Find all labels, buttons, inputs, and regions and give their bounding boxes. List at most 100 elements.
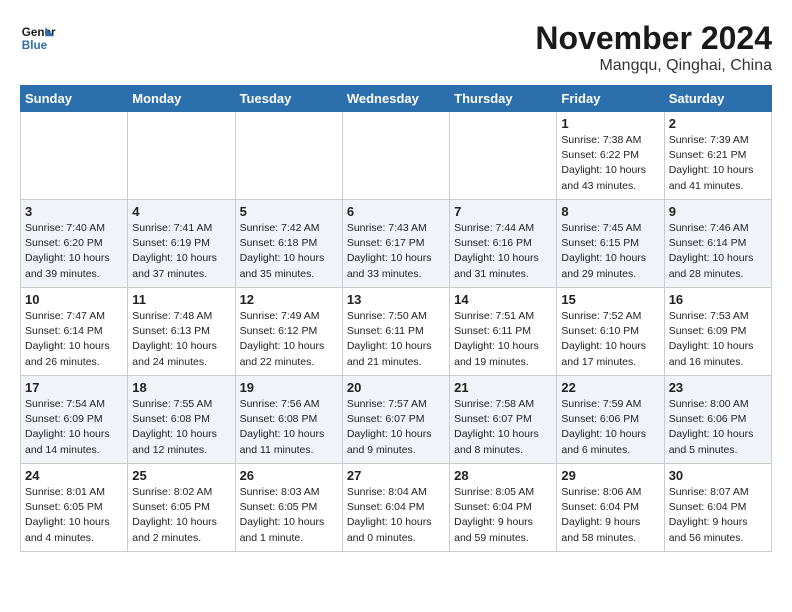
- col-header-sunday: Sunday: [21, 86, 128, 112]
- day-content: Sunrise: 7:45 AM Sunset: 6:15 PM Dayligh…: [561, 221, 659, 282]
- day-content: Sunrise: 8:00 AM Sunset: 6:06 PM Dayligh…: [669, 397, 767, 458]
- location: Mangqu, Qinghai, China: [535, 57, 772, 75]
- day-content: Sunrise: 7:53 AM Sunset: 6:09 PM Dayligh…: [669, 309, 767, 370]
- calendar-cell: 3 Sunrise: 7:40 AM Sunset: 6:20 PM Daylig…: [21, 200, 128, 288]
- day-number: 28: [454, 468, 552, 483]
- day-number: 20: [347, 380, 445, 395]
- day-number: 11: [132, 292, 230, 307]
- day-number: 12: [240, 292, 338, 307]
- day-number: 19: [240, 380, 338, 395]
- logo: General Blue: [20, 20, 56, 56]
- calendar-cell: [128, 112, 235, 200]
- calendar-cell: 21 Sunrise: 7:58 AM Sunset: 6:07 PM Dayli…: [450, 376, 557, 464]
- day-content: Sunrise: 7:49 AM Sunset: 6:12 PM Dayligh…: [240, 309, 338, 370]
- day-content: Sunrise: 7:39 AM Sunset: 6:21 PM Dayligh…: [669, 133, 767, 194]
- calendar-cell: 16 Sunrise: 7:53 AM Sunset: 6:09 PM Dayli…: [664, 288, 771, 376]
- calendar-cell: 12 Sunrise: 7:49 AM Sunset: 6:12 PM Dayli…: [235, 288, 342, 376]
- col-header-wednesday: Wednesday: [342, 86, 449, 112]
- col-header-tuesday: Tuesday: [235, 86, 342, 112]
- day-number: 1: [561, 116, 659, 131]
- day-number: 22: [561, 380, 659, 395]
- calendar-cell: [342, 112, 449, 200]
- day-content: Sunrise: 8:06 AM Sunset: 6:04 PM Dayligh…: [561, 485, 659, 546]
- calendar-cell: 7 Sunrise: 7:44 AM Sunset: 6:16 PM Daylig…: [450, 200, 557, 288]
- day-number: 17: [25, 380, 123, 395]
- day-content: Sunrise: 7:55 AM Sunset: 6:08 PM Dayligh…: [132, 397, 230, 458]
- page-header: General Blue November 2024 Mangqu, Qingh…: [20, 20, 772, 75]
- week-row-1: 1 Sunrise: 7:38 AM Sunset: 6:22 PM Daylig…: [21, 112, 772, 200]
- day-number: 8: [561, 204, 659, 219]
- day-content: Sunrise: 7:38 AM Sunset: 6:22 PM Dayligh…: [561, 133, 659, 194]
- calendar-cell: 23 Sunrise: 8:00 AM Sunset: 6:06 PM Dayli…: [664, 376, 771, 464]
- col-header-friday: Friday: [557, 86, 664, 112]
- col-header-monday: Monday: [128, 86, 235, 112]
- day-content: Sunrise: 7:52 AM Sunset: 6:10 PM Dayligh…: [561, 309, 659, 370]
- day-number: 3: [25, 204, 123, 219]
- day-content: Sunrise: 7:40 AM Sunset: 6:20 PM Dayligh…: [25, 221, 123, 282]
- calendar-cell: 15 Sunrise: 7:52 AM Sunset: 6:10 PM Dayli…: [557, 288, 664, 376]
- day-content: Sunrise: 7:51 AM Sunset: 6:11 PM Dayligh…: [454, 309, 552, 370]
- day-content: Sunrise: 7:44 AM Sunset: 6:16 PM Dayligh…: [454, 221, 552, 282]
- title-block: November 2024 Mangqu, Qinghai, China: [535, 20, 772, 75]
- day-content: Sunrise: 7:42 AM Sunset: 6:18 PM Dayligh…: [240, 221, 338, 282]
- header-row: SundayMondayTuesdayWednesdayThursdayFrid…: [21, 86, 772, 112]
- calendar-cell: 24 Sunrise: 8:01 AM Sunset: 6:05 PM Dayli…: [21, 464, 128, 552]
- day-number: 6: [347, 204, 445, 219]
- day-content: Sunrise: 7:50 AM Sunset: 6:11 PM Dayligh…: [347, 309, 445, 370]
- calendar-cell: 6 Sunrise: 7:43 AM Sunset: 6:17 PM Daylig…: [342, 200, 449, 288]
- day-content: Sunrise: 8:04 AM Sunset: 6:04 PM Dayligh…: [347, 485, 445, 546]
- day-content: Sunrise: 7:56 AM Sunset: 6:08 PM Dayligh…: [240, 397, 338, 458]
- calendar-cell: 5 Sunrise: 7:42 AM Sunset: 6:18 PM Daylig…: [235, 200, 342, 288]
- day-number: 4: [132, 204, 230, 219]
- calendar-cell: [450, 112, 557, 200]
- day-number: 24: [25, 468, 123, 483]
- day-number: 27: [347, 468, 445, 483]
- day-content: Sunrise: 8:03 AM Sunset: 6:05 PM Dayligh…: [240, 485, 338, 546]
- day-content: Sunrise: 8:01 AM Sunset: 6:05 PM Dayligh…: [25, 485, 123, 546]
- calendar-cell: 9 Sunrise: 7:46 AM Sunset: 6:14 PM Daylig…: [664, 200, 771, 288]
- day-number: 7: [454, 204, 552, 219]
- calendar-cell: 1 Sunrise: 7:38 AM Sunset: 6:22 PM Daylig…: [557, 112, 664, 200]
- calendar-cell: 4 Sunrise: 7:41 AM Sunset: 6:19 PM Daylig…: [128, 200, 235, 288]
- week-row-5: 24 Sunrise: 8:01 AM Sunset: 6:05 PM Dayli…: [21, 464, 772, 552]
- calendar-cell: 13 Sunrise: 7:50 AM Sunset: 6:11 PM Dayli…: [342, 288, 449, 376]
- calendar-cell: 28Sunrise: 8:05 AM Sunset: 6:04 PM Dayli…: [450, 464, 557, 552]
- day-content: Sunrise: 7:47 AM Sunset: 6:14 PM Dayligh…: [25, 309, 123, 370]
- day-number: 13: [347, 292, 445, 307]
- svg-text:General: General: [22, 26, 56, 39]
- day-number: 15: [561, 292, 659, 307]
- day-content: Sunrise: 8:02 AM Sunset: 6:05 PM Dayligh…: [132, 485, 230, 546]
- day-number: 26: [240, 468, 338, 483]
- day-content: Sunrise: 7:46 AM Sunset: 6:14 PM Dayligh…: [669, 221, 767, 282]
- day-number: 29: [561, 468, 659, 483]
- calendar-cell: 22Sunrise: 7:59 AM Sunset: 6:06 PM Dayli…: [557, 376, 664, 464]
- week-row-2: 3 Sunrise: 7:40 AM Sunset: 6:20 PM Daylig…: [21, 200, 772, 288]
- day-content: Sunrise: 7:58 AM Sunset: 6:07 PM Dayligh…: [454, 397, 552, 458]
- day-number: 2: [669, 116, 767, 131]
- calendar-cell: 25 Sunrise: 8:02 AM Sunset: 6:05 PM Dayli…: [128, 464, 235, 552]
- calendar-cell: 8 Sunrise: 7:45 AM Sunset: 6:15 PM Daylig…: [557, 200, 664, 288]
- col-header-thursday: Thursday: [450, 86, 557, 112]
- calendar-cell: 30Sunrise: 8:07 AM Sunset: 6:04 PM Dayli…: [664, 464, 771, 552]
- calendar-cell: 2 Sunrise: 7:39 AM Sunset: 6:21 PM Daylig…: [664, 112, 771, 200]
- day-number: 21: [454, 380, 552, 395]
- day-content: Sunrise: 7:48 AM Sunset: 6:13 PM Dayligh…: [132, 309, 230, 370]
- day-number: 5: [240, 204, 338, 219]
- week-row-4: 17Sunrise: 7:54 AM Sunset: 6:09 PM Dayli…: [21, 376, 772, 464]
- day-number: 10: [25, 292, 123, 307]
- day-number: 9: [669, 204, 767, 219]
- day-number: 18: [132, 380, 230, 395]
- day-number: 23: [669, 380, 767, 395]
- day-number: 16: [669, 292, 767, 307]
- day-content: Sunrise: 7:41 AM Sunset: 6:19 PM Dayligh…: [132, 221, 230, 282]
- calendar-cell: 26 Sunrise: 8:03 AM Sunset: 6:05 PM Dayli…: [235, 464, 342, 552]
- calendar-cell: 10 Sunrise: 7:47 AM Sunset: 6:14 PM Dayli…: [21, 288, 128, 376]
- logo-icon: General Blue: [20, 20, 56, 56]
- day-number: 25: [132, 468, 230, 483]
- calendar-cell: [21, 112, 128, 200]
- calendar-cell: 14Sunrise: 7:51 AM Sunset: 6:11 PM Dayli…: [450, 288, 557, 376]
- svg-text:Blue: Blue: [22, 39, 48, 52]
- calendar-cell: 18 Sunrise: 7:55 AM Sunset: 6:08 PM Dayli…: [128, 376, 235, 464]
- calendar-table: SundayMondayTuesdayWednesdayThursdayFrid…: [20, 85, 772, 552]
- day-content: Sunrise: 7:43 AM Sunset: 6:17 PM Dayligh…: [347, 221, 445, 282]
